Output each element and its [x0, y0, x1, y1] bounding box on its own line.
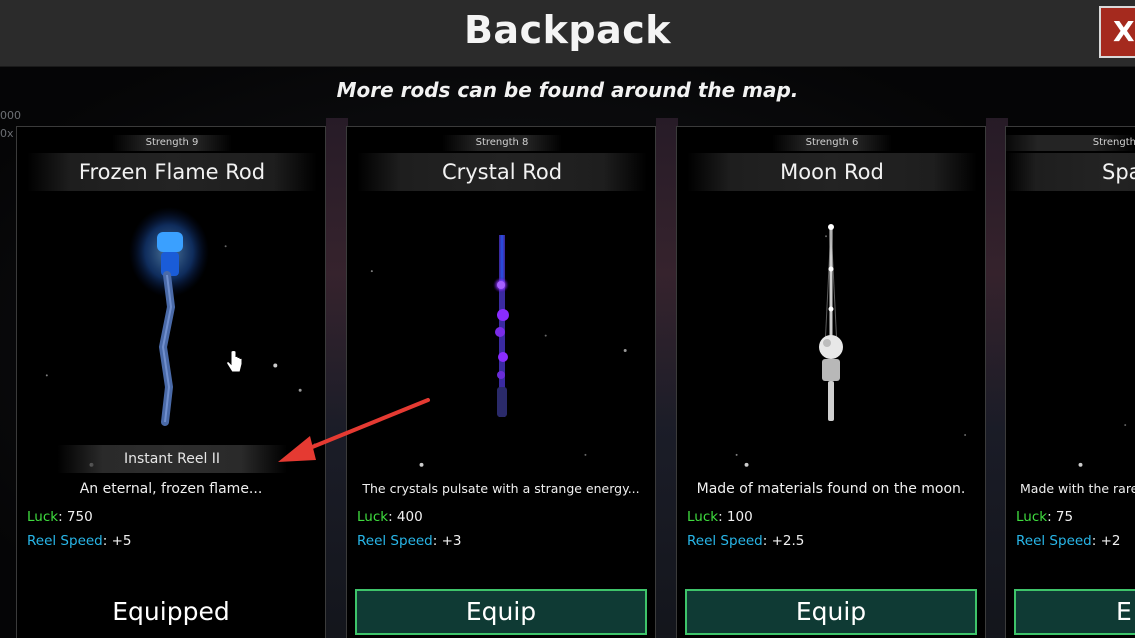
- frozen-flame-rod-icon: [129, 207, 209, 426]
- enchant-label: Instant Reel II: [57, 445, 287, 473]
- rod-description: Made with the rare: [1020, 481, 1135, 496]
- rod-card-crystal: Strength 8 Crystal Rod The crystals puls…: [346, 126, 656, 638]
- equipped-status: Equipped: [112, 597, 230, 626]
- reel-speed-label: Reel Speed: [1016, 533, 1092, 549]
- luck-label: Luck: [27, 509, 59, 525]
- backpack-screen: 000 0x Backpack X More rods can be found…: [0, 0, 1135, 638]
- crystal-rod-icon: [493, 235, 509, 417]
- rod-name: Spa: [1006, 153, 1135, 191]
- window-title: Backpack: [463, 8, 672, 52]
- rod-description: Made of materials found on the moon.: [696, 481, 966, 497]
- reel-speed-stat: Reel Speed: +3: [357, 533, 462, 549]
- rod-card-moon: Strength 6 Moon Rod Made of materials fo…: [676, 126, 986, 638]
- luck-stat: Luck: 100: [687, 509, 753, 525]
- rod-name: Crystal Rod: [357, 153, 647, 191]
- luck-stat: Luck: 750: [27, 509, 93, 525]
- reel-speed-stat: Reel Speed: +2: [1016, 533, 1121, 549]
- strength-label: Strength 8: [442, 135, 562, 151]
- reel-speed-value: : +2: [1091, 533, 1121, 549]
- rod-name: Frozen Flame Rod: [27, 153, 317, 191]
- reel-speed-value: : +2.5: [762, 533, 805, 549]
- subtitle: More rods can be found around the map.: [336, 78, 799, 102]
- equip-button[interactable]: Equip: [685, 589, 977, 635]
- luck-value: : 100: [718, 509, 753, 525]
- hud-fragment-top: 000: [0, 109, 21, 122]
- rod-card-frozen-flame: Strength 9 Frozen Flame Rod Instant Reel…: [16, 126, 326, 638]
- background-scene: [656, 118, 678, 638]
- hand-cursor-icon: [226, 350, 243, 373]
- strength-label: Strength 6: [772, 135, 892, 151]
- rod-description: An eternal, frozen flame...: [79, 481, 263, 497]
- title-bar: Backpack X: [0, 0, 1135, 67]
- reel-speed-label: Reel Speed: [357, 533, 433, 549]
- reel-speed-stat: Reel Speed: +2.5: [687, 533, 804, 549]
- luck-stat: Luck: 75: [1016, 509, 1073, 525]
- reel-speed-label: Reel Speed: [687, 533, 763, 549]
- strength-label: Strength 9: [112, 135, 232, 151]
- equip-button[interactable]: Equip: [355, 589, 647, 635]
- reel-speed-value: : +3: [432, 533, 462, 549]
- luck-label: Luck: [357, 509, 389, 525]
- rod-name: Moon Rod: [687, 153, 977, 191]
- rod-description: The crystals pulsate with a strange ener…: [362, 481, 640, 496]
- equip-button[interactable]: E: [1014, 589, 1135, 635]
- close-button[interactable]: X: [1099, 6, 1135, 58]
- rod-card-partial: Strength Spa Made with the rare Luck: 75…: [1005, 126, 1135, 638]
- luck-stat: Luck: 400: [357, 509, 423, 525]
- moon-rod-icon: [819, 224, 843, 421]
- starfield-decoration: [1078, 424, 1127, 467]
- strength-label: Strength: [1006, 135, 1135, 151]
- luck-value: : 400: [388, 509, 423, 525]
- luck-label: Luck: [687, 509, 719, 525]
- luck-value: : 750: [58, 509, 93, 525]
- reel-speed-stat: Reel Speed: +5: [27, 533, 132, 549]
- reel-speed-value: : +5: [102, 533, 132, 549]
- luck-label: Luck: [1016, 509, 1048, 525]
- reel-speed-label: Reel Speed: [27, 533, 103, 549]
- luck-value: : 75: [1047, 509, 1074, 525]
- background-scene: [326, 118, 348, 638]
